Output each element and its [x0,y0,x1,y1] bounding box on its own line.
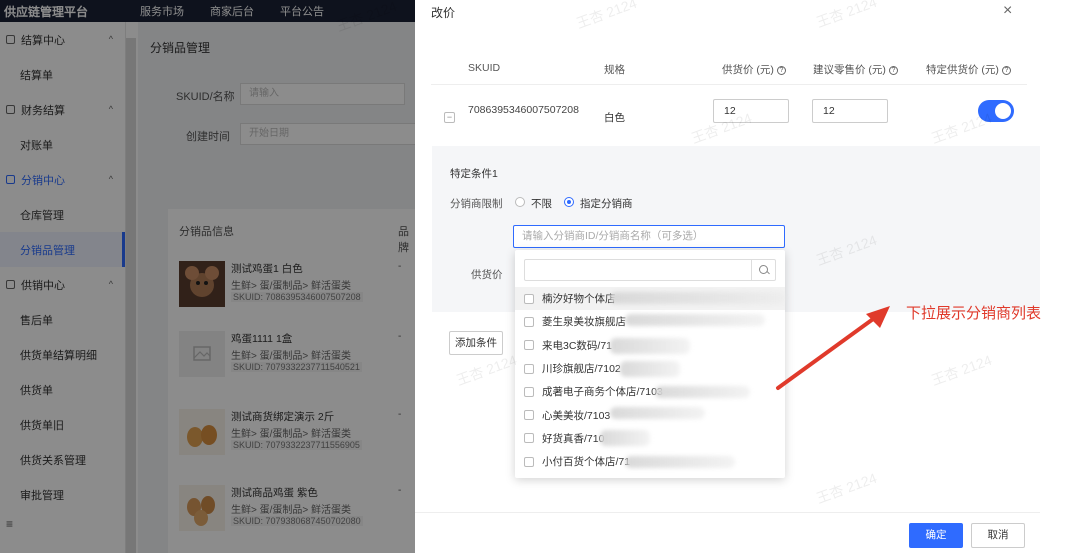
checkbox[interactable] [524,316,534,327]
list-item[interactable]: 成著电子商务个体店/7103 [515,380,785,403]
help-icon[interactable]: ? [776,66,786,75]
redaction-blur [610,407,705,420]
radio-specific-distributor[interactable] [564,197,574,207]
redaction-blur [625,314,765,327]
radio-unlimited[interactable] [515,197,525,207]
column-header-retail-price: 建议零售价 (元)? [813,62,898,77]
distributor-name: 菱生泉美妆旗舰店 [542,316,626,329]
checkbox[interactable] [524,410,534,421]
supply-price-label: 供货价 [471,269,503,281]
checkbox[interactable] [524,433,534,444]
close-icon[interactable]: × [1003,2,1012,20]
modal-overlay[interactable] [0,0,415,553]
distributor-name: 楠汐好物个体店 [542,293,616,306]
checkbox[interactable] [524,386,534,397]
distributor-name: 川珍旗舰店/7102 [542,363,621,376]
redaction-blur [610,337,690,354]
distributor-limit-label: 分销商限制 [450,198,503,210]
redaction-blur [600,429,650,446]
list-item[interactable]: 楠汐好物个体店 [515,287,785,311]
redaction-blur [620,360,680,377]
checkbox[interactable] [524,363,534,374]
list-item[interactable]: 小付百货个体店/71 [515,450,785,473]
condition-title: 特定条件1 [450,168,498,180]
radio-specific-distributor-label[interactable]: 指定分销商 [580,196,633,211]
supply-price-input[interactable]: 12 [713,99,789,123]
annotation-arrow [776,306,890,390]
add-condition-button[interactable]: 添加条件 [449,331,503,355]
list-item[interactable]: 心美美妆/7103 [515,403,785,426]
list-item[interactable]: 川珍旗舰店/7102 [515,357,785,380]
redaction-blur [625,456,735,469]
collapse-icon[interactable]: − [444,112,455,123]
column-label: 特定供货价 (元) [926,64,999,76]
distributor-name: 来电3C数码/71 [542,339,613,352]
column-header-supply-price: 供货价 (元)? [722,62,786,77]
checkbox[interactable] [524,293,534,304]
list-item[interactable]: 来电3C数码/71 [515,334,785,357]
radio-unlimited-label[interactable]: 不限 [531,196,552,211]
help-icon[interactable]: ? [1001,66,1011,75]
distributor-dropdown: 楠汐好物个体店 菱生泉美妆旗舰店 来电3C数码/71 川珍旗舰店/7102 成著… [515,250,785,478]
footer-divider [415,512,1040,513]
distributor-search-input[interactable]: 请输入分销商ID/分销商名称（可多选） [513,225,785,248]
special-price-toggle[interactable] [978,100,1014,122]
right-margin [1040,0,1080,553]
column-header-skuid: SKUID [468,62,501,74]
spec-value: 白色 [604,112,625,124]
column-label: 建议零售价 (元) [813,64,886,76]
checkbox[interactable] [524,340,534,351]
drawer-title: 改价 [431,6,456,20]
cancel-button[interactable]: 取消 [971,523,1025,548]
help-icon[interactable]: ? [888,66,898,75]
confirm-button[interactable]: 确定 [909,523,963,548]
list-item[interactable]: 菱生泉美妆旗舰店 [515,310,785,333]
toggle-knob [995,103,1011,119]
redaction-blur [610,292,785,304]
divider [431,84,1027,85]
column-header-special-price: 特定供货价 (元)? [926,62,1011,77]
price-change-drawer: 改价 × SKUID 规格 供货价 (元)? 建议零售价 (元)? 特定供货价 … [415,0,1040,553]
column-header-spec: 规格 [604,64,625,76]
dropdown-search-input[interactable] [524,259,776,281]
checkbox[interactable] [524,456,534,467]
sku-value: 7086395346007507208 [468,104,579,116]
distributor-list: 楠汐好物个体店 菱生泉美妆旗舰店 来电3C数码/71 川珍旗舰店/7102 成著… [515,287,785,473]
retail-price-input[interactable]: 12 [812,99,888,123]
redaction-blur [655,386,750,399]
distributor-name: 成著电子商务个体店/7103 [542,386,663,399]
search-icon[interactable] [751,260,775,280]
column-label: 供货价 (元) [722,64,774,76]
distributor-name: 心美美妆/7103 [542,409,611,422]
distributor-name: 好货真香/710 [542,432,605,445]
distributor-name: 小付百货个体店/71 [542,456,631,469]
annotation-label: 下拉展示分销商列表 [906,305,1042,322]
list-item[interactable]: 好货真香/710 [515,427,785,450]
